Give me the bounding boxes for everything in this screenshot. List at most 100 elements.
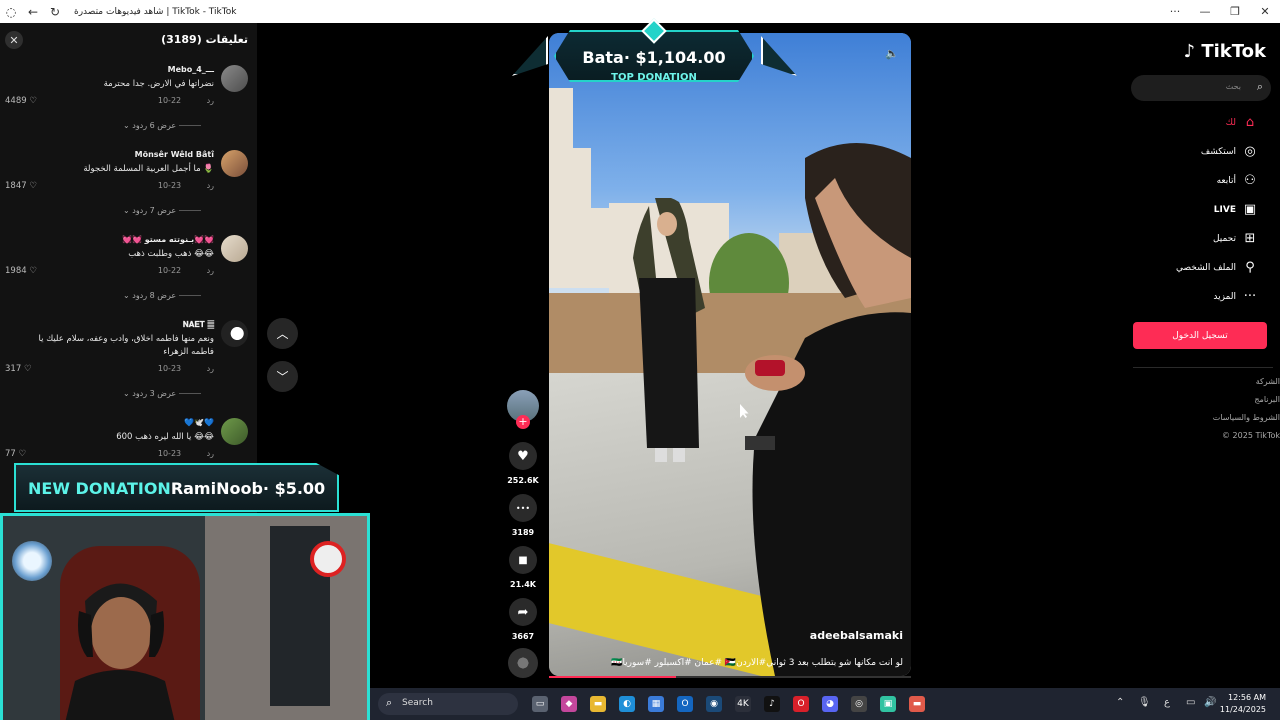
view-replies[interactable]: ⌄ عرض 8 ردود	[0, 291, 257, 300]
chevron-up-icon[interactable]: ⌃	[1116, 697, 1124, 708]
maximize-icon[interactable]: ❐	[1220, 0, 1250, 23]
chevron-down-icon: ⌄	[123, 206, 130, 215]
windows-taskbar: ⌕ Search ▭ ◆ ▬ ◐ ▦ O ◉ 4K ♪ O ◕ ◎ ▣ ▬ ⌃ 🎙 ع ▭ 🔊 12:56…	[370, 688, 1280, 720]
video-progress-bar[interactable]	[549, 676, 911, 678]
save-button[interactable]: ■	[509, 546, 537, 574]
reply-link[interactable]: رد	[207, 449, 214, 458]
nav-item-following[interactable]: أتابعه ⚇	[1126, 172, 1266, 192]
share-button[interactable]: ➦	[509, 598, 537, 626]
comment-likes[interactable]: 77 ♡	[5, 449, 26, 459]
reply-link[interactable]: رد	[207, 266, 214, 275]
opera-app-icon[interactable]: O	[793, 696, 809, 712]
nav-item-explore[interactable]: استكشف ◎	[1126, 143, 1266, 163]
heart-icon: ♥	[517, 448, 529, 464]
reply-link[interactable]: رد	[207, 96, 214, 105]
view-replies-label: عرض 8 ردود	[132, 291, 177, 300]
store-app-icon[interactable]: ▦	[648, 696, 664, 712]
avatar[interactable]	[221, 65, 248, 92]
nav-item-live[interactable]: LIVE ▣	[1126, 201, 1266, 221]
steam-app-icon[interactable]: ◉	[706, 696, 722, 712]
edge-app-icon[interactable]: ◐	[619, 696, 635, 712]
footer-company-link[interactable]: الشركة	[1256, 377, 1280, 386]
login-button[interactable]: تسجيل الدخول	[1133, 322, 1267, 349]
comment-meta: 10-22 رد	[158, 96, 214, 105]
footer-program-link[interactable]: البرنامج	[1254, 395, 1280, 404]
comments-header: ✕ تعليقات (3189)	[0, 23, 257, 57]
next-video-button[interactable]: ﹀	[267, 361, 298, 392]
home-icon: ⌂	[1245, 115, 1255, 130]
close-window-icon[interactable]: ✕	[1250, 0, 1280, 23]
comment-date: 10-22	[157, 96, 182, 105]
close-comments-icon[interactable]: ✕	[5, 31, 23, 49]
video-player[interactable]: 🔈 adeebalsamaki لو انت مكانها شو بتطلب ب…	[549, 33, 911, 676]
minimize-icon[interactable]: —	[1190, 0, 1220, 23]
like-count: 1847	[5, 181, 27, 191]
comment-user[interactable]: Mebo_4_ـــ	[168, 65, 214, 74]
avatar[interactable]	[221, 150, 248, 177]
avatar[interactable]	[221, 320, 248, 347]
file-explorer-app-icon[interactable]: ▬	[590, 696, 606, 712]
nav-item-upload[interactable]: تحميل ⊞	[1126, 230, 1266, 250]
speaker-icon[interactable]: 🔈	[885, 47, 899, 60]
language-indicator[interactable]: ع	[1164, 697, 1170, 708]
chevron-down-icon: ⌄	[123, 121, 130, 130]
m365-app-icon[interactable]: ◆	[561, 696, 577, 712]
webcam-overlay	[0, 513, 370, 720]
follow-plus-icon[interactable]: +	[516, 415, 530, 429]
tiktok-app-icon[interactable]: ♪	[764, 696, 780, 712]
nav-item-profile[interactable]: الملف الشخصي ⚲	[1126, 259, 1266, 279]
nav-item-more[interactable]: المزيد ···	[1126, 288, 1266, 308]
comment-likes[interactable]: 317 ♡	[5, 364, 32, 374]
footer-terms-link[interactable]: الشروط والسياسات	[1213, 413, 1280, 422]
following-icon: ⚇	[1244, 173, 1256, 188]
discord-app-icon[interactable]: ◕	[822, 696, 838, 712]
comment-likes[interactable]: 4489 ♡	[5, 96, 37, 106]
clock[interactable]: 12:56 AM 11/24/2025	[1220, 692, 1266, 716]
like-button[interactable]: ♥	[509, 442, 537, 470]
4k-app-icon[interactable]: 4K	[735, 696, 751, 712]
outlook-app-icon[interactable]: O	[677, 696, 693, 712]
volume-icon[interactable]: 🔊	[1204, 697, 1216, 708]
back-icon[interactable]: ←	[22, 0, 44, 23]
network-icon[interactable]: ▭	[1186, 697, 1195, 708]
live-icon: ▣	[1243, 202, 1257, 217]
obs-app-icon[interactable]: ◎	[851, 696, 867, 712]
heart-outline-icon: ♡	[18, 449, 27, 459]
avatar[interactable]	[221, 418, 248, 445]
reply-link[interactable]: رد	[207, 181, 214, 190]
comment-text: يا الله ليره ذهب 600 😂😂	[116, 432, 214, 442]
music-disc-icon[interactable]	[508, 648, 538, 678]
reply-link[interactable]: رد	[207, 364, 214, 373]
microphone-icon[interactable]: 🎙	[1138, 697, 1151, 708]
comment-user[interactable]: 💙🕊️💙	[184, 418, 214, 427]
task-view-app-icon[interactable]: ▭	[532, 696, 548, 712]
clock-date: 11/24/2025	[1219, 705, 1266, 714]
nav-item-for-you[interactable]: لك ⌂	[1126, 114, 1266, 134]
comment-button[interactable]: •••	[509, 494, 537, 522]
search-input[interactable]: بحث ⌕	[1131, 75, 1271, 101]
avatar[interactable]	[221, 235, 248, 262]
search-placeholder: بحث	[1225, 82, 1241, 91]
video-author[interactable]: adeebalsamaki	[810, 629, 903, 642]
comment-likes[interactable]: 1984 ♡	[5, 266, 37, 276]
comment-user[interactable]: Mõnsêr Wêld Bâtî	[135, 150, 214, 159]
comment-likes[interactable]: 1847 ♡	[5, 181, 37, 191]
media-app-icon[interactable]: ▬	[909, 696, 925, 712]
view-replies[interactable]: ⌄ عرض 6 ردود	[0, 121, 257, 130]
streamlabs-app-icon[interactable]: ▣	[880, 696, 896, 712]
comment-user[interactable]: 𝐍𝐀𝐄𝐓 𝄛	[183, 320, 214, 330]
menu-dots-icon[interactable]: ···	[1160, 0, 1190, 23]
previous-video-button[interactable]: ︿	[267, 318, 298, 349]
view-replies[interactable]: ⌄ عرض 7 ردود	[0, 206, 257, 215]
divider	[178, 125, 201, 126]
heart-outline-icon: ♡	[29, 96, 37, 106]
reload-icon[interactable]: ↻	[44, 0, 66, 23]
nav-label: LIVE	[1213, 205, 1236, 215]
window-controls: ··· — ❐ ✕	[1160, 0, 1280, 23]
search-icon: ⌕	[1256, 80, 1263, 93]
view-replies[interactable]: ⌄ عرض 3 ردود	[0, 389, 257, 398]
tiktok-logo[interactable]: ♪ TikTok	[1184, 41, 1266, 62]
comment-text: نضراتها في الارض. جدا محترمة	[103, 79, 214, 89]
comment-user[interactable]: 💓💓 بـنوتته مستو💓💓	[122, 235, 214, 244]
taskbar-search[interactable]: ⌕ Search	[378, 693, 518, 715]
